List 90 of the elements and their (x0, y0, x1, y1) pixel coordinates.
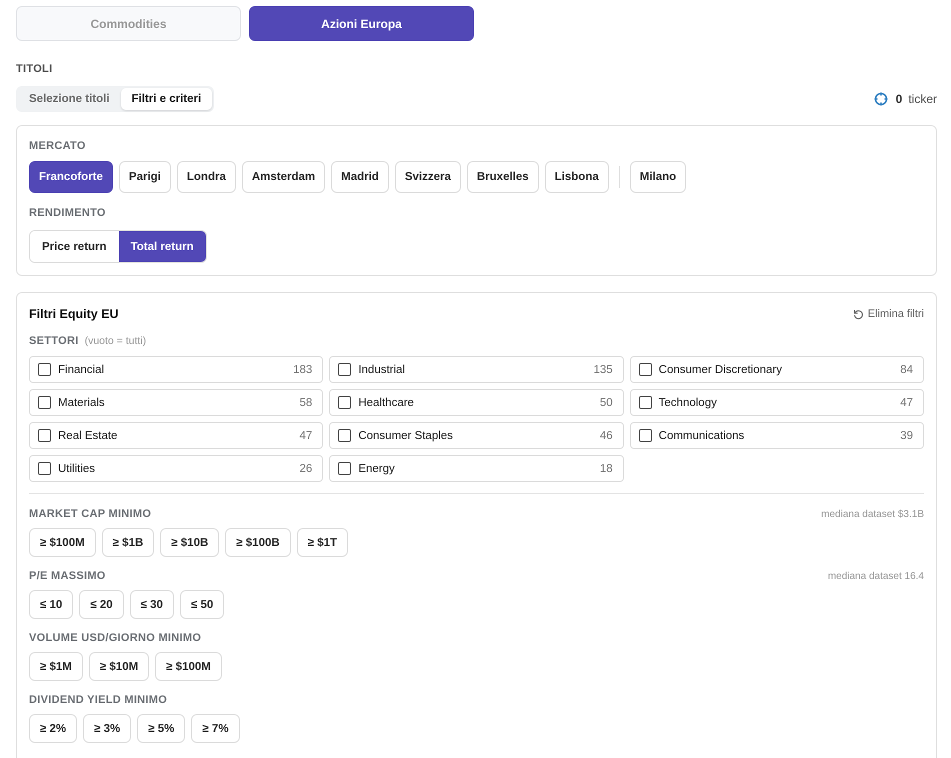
market-chip[interactable]: Londra (176, 161, 236, 193)
checkbox[interactable] (638, 396, 652, 409)
sector-label: Technology (658, 396, 717, 408)
section-heading: VOLUME USD/GIORNO MINIMO (29, 631, 202, 645)
checkbox[interactable] (338, 429, 352, 442)
threshold-chip[interactable]: ≥ $100M (155, 652, 222, 681)
threshold-chip[interactable]: ≥ 3% (83, 714, 132, 743)
checkbox[interactable] (38, 363, 51, 376)
threshold-chip[interactable]: ≤ 20 (79, 590, 124, 619)
market-chip[interactable]: Bruxelles (466, 161, 539, 193)
threshold-chip[interactable]: ≥ 2% (29, 714, 78, 743)
sector-count: 50 (600, 396, 613, 408)
sector-count: 135 (593, 364, 613, 376)
checkbox[interactable] (38, 462, 51, 475)
sector-option[interactable]: Healthcare 50 (329, 389, 624, 416)
market-chip[interactable]: Madrid (331, 161, 389, 193)
sector-count: 58 (300, 396, 312, 408)
sector-count: 18 (600, 462, 613, 474)
reset-filters-button[interactable]: Elimina filtri (852, 308, 924, 320)
sector-option[interactable]: Real Estate 47 (29, 422, 324, 449)
section-heading: DIVIDEND YIELD MINIMO (29, 693, 168, 707)
sector-count: 84 (900, 364, 913, 376)
sector-count: 47 (300, 430, 312, 442)
threshold-chip[interactable]: ≥ $100M (29, 528, 96, 557)
median-note: mediana dataset 16.4 (828, 570, 924, 582)
sector-option[interactable]: Consumer Staples 46 (329, 422, 624, 449)
sector-count: 47 (900, 396, 913, 408)
threshold-chip[interactable]: ≥ $1B (102, 528, 154, 557)
sector-option[interactable]: Communications 39 (630, 422, 924, 449)
checkbox[interactable] (638, 429, 652, 442)
sector-label: Healthcare (358, 396, 414, 408)
sector-label: Consumer Discretionary (658, 364, 782, 376)
sector-option[interactable]: Energy 18 (329, 455, 624, 482)
asset-tab[interactable]: Azioni Europa (249, 6, 474, 41)
section-heading: MERCATO (29, 139, 86, 153)
ticker-count: 0 (896, 92, 902, 106)
market-chip[interactable]: Amsterdam (242, 161, 326, 193)
sector-option[interactable]: Consumer Discretionary 84 (630, 356, 924, 383)
checkbox[interactable] (38, 429, 51, 442)
sector-count: 26 (300, 462, 312, 474)
mode-tab[interactable]: Selezione titoli (18, 88, 121, 110)
market-chip[interactable]: Francoforte (29, 161, 113, 193)
threshold-chip[interactable]: ≤ 10 (29, 590, 74, 619)
sector-count: 46 (600, 430, 613, 442)
sector-count: 183 (293, 364, 312, 376)
market-chip[interactable]: Parigi (118, 161, 171, 193)
ticker-label: ticker (908, 92, 937, 106)
threshold-chip[interactable]: ≤ 30 (130, 590, 174, 619)
threshold-chip[interactable]: ≥ $10B (160, 528, 220, 557)
checkbox[interactable] (338, 363, 352, 376)
mode-tab[interactable]: Filtri e criteri (120, 88, 212, 110)
sector-count: 39 (900, 430, 913, 442)
sector-option[interactable]: Technology 47 (630, 389, 924, 416)
sector-option[interactable]: Industrial 135 (329, 356, 624, 383)
sector-label: Consumer Staples (358, 430, 453, 442)
section-hint: (vuoto = tutti) (84, 335, 146, 347)
threshold-chip[interactable]: ≥ $10M (88, 652, 150, 681)
market-chip[interactable]: Lisbona (544, 161, 609, 193)
sector-label: Communications (658, 430, 744, 442)
checkbox[interactable] (338, 396, 352, 409)
threshold-chip[interactable]: ≥ 7% (191, 714, 240, 743)
reset-icon (852, 308, 864, 320)
return-option[interactable]: Total return (118, 231, 206, 262)
section-heading: MARKET CAP MINIMO (29, 507, 152, 521)
threshold-chip[interactable]: ≥ $100B (225, 528, 291, 557)
threshold-chip[interactable]: ≥ $1T (296, 528, 348, 557)
section-heading: RENDIMENTO (29, 206, 106, 220)
checkbox[interactable] (38, 396, 51, 409)
sector-label: Energy (358, 462, 395, 474)
market-chip[interactable]: Milano (630, 161, 686, 193)
checkbox[interactable] (338, 462, 352, 475)
section-heading: P/E MASSIMO (29, 569, 106, 583)
card-title: Filtri Equity EU (29, 306, 119, 322)
sector-option[interactable]: Utilities 26 (29, 455, 324, 482)
section-heading: TITOLI (16, 62, 52, 76)
sector-label: Real Estate (58, 430, 118, 442)
sector-label: Financial (58, 364, 104, 376)
threshold-chip[interactable]: ≥ 5% (137, 714, 186, 743)
sector-label: Industrial (358, 364, 405, 376)
sector-option[interactable]: Financial 183 (29, 356, 324, 383)
median-note: mediana dataset $3.1B (821, 508, 924, 520)
sector-label: Materials (58, 396, 105, 408)
threshold-chip[interactable]: ≤ 50 (180, 590, 224, 619)
section-heading: SETTORI (29, 334, 79, 348)
checkbox[interactable] (638, 363, 652, 376)
crosshair-icon (874, 92, 888, 106)
sector-option[interactable]: Materials 58 (29, 389, 324, 416)
market-chip[interactable]: Svizzera (394, 161, 461, 193)
sector-label: Utilities (58, 462, 96, 474)
threshold-chip[interactable]: ≥ $1M (29, 652, 83, 681)
